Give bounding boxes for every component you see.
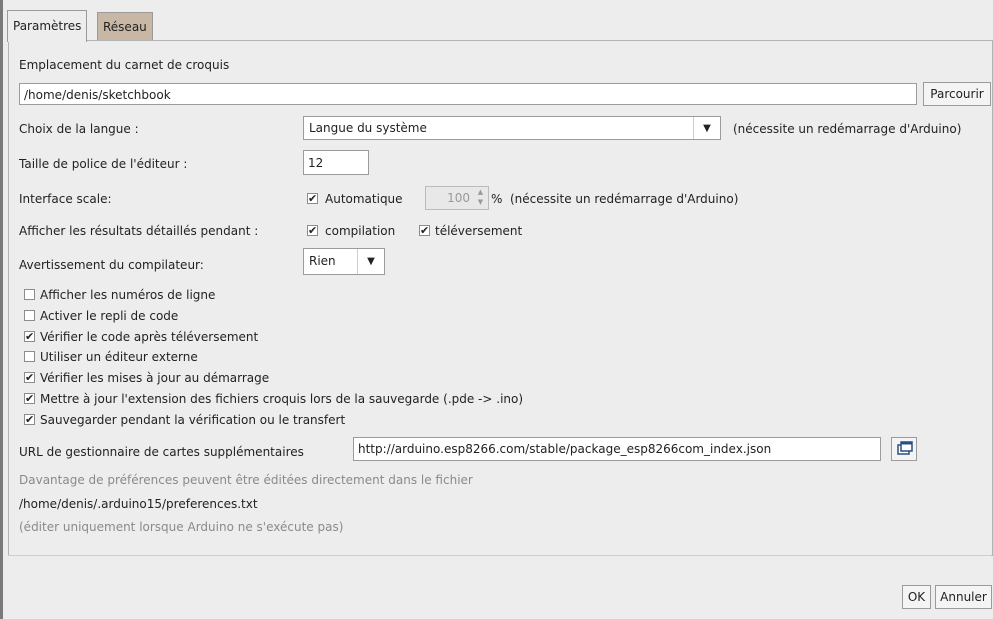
window-icon [897, 441, 913, 455]
font-size-label: Taille de police de l'éditeur : [19, 157, 188, 171]
option-checkbox[interactable]: ✔ [24, 331, 35, 342]
open-window-button[interactable] [891, 437, 917, 461]
edit-note: (éditer uniquement lorsque Arduino ne s'… [19, 520, 344, 534]
sketchbook-label: Emplacement du carnet de croquis [19, 58, 230, 72]
option-label: Utiliser un éditeur externe [40, 350, 198, 364]
verbose-compile-checkbox[interactable]: ✔ [307, 225, 318, 236]
scale-unit: % [491, 192, 503, 206]
browse-button[interactable]: Parcourir [923, 82, 991, 106]
boards-url-input[interactable]: http://arduino.esp8266.com/stable/packag… [353, 437, 881, 461]
option-checkbox[interactable] [24, 289, 35, 300]
option-checkbox[interactable]: ✔ [24, 372, 35, 383]
option-label: Vérifier les mises à jour au démarrage [40, 371, 270, 385]
option-label: Sauvegarder pendant la vérification ou l… [40, 413, 346, 427]
verbose-compile-label: compilation [325, 224, 396, 238]
boards-url-label: URL de gestionnaire de cartes supplément… [19, 445, 304, 459]
font-size-input[interactable]: 12 [303, 150, 369, 175]
verbose-upload-checkbox[interactable]: ✔ [419, 225, 430, 236]
prefs-path: /home/denis/.arduino15/preferences.txt [19, 497, 258, 511]
option-checkbox[interactable] [24, 310, 35, 321]
option-checkbox[interactable] [24, 351, 35, 362]
scale-note: (nécessite un redémarrage d'Arduino) [510, 192, 739, 206]
warnings-value: Rien [309, 254, 336, 268]
option-label: Afficher les numéros de ligne [40, 288, 216, 302]
cancel-button[interactable]: Annuler [935, 585, 992, 609]
preferences-dialog: Paramètres Réseau Emplacement du carnet … [3, 0, 993, 619]
option-label: Vérifier le code après téléversement [40, 330, 259, 344]
option-checkbox[interactable]: ✔ [24, 414, 35, 425]
spin-up-icon[interactable]: ▲ [475, 188, 486, 196]
option-checkbox[interactable]: ✔ [24, 393, 35, 404]
warnings-label: Avertissement du compilateur: [19, 258, 204, 272]
verbose-upload-label: téléversement [435, 224, 523, 238]
chevron-down-icon: ▼ [693, 117, 720, 139]
language-note: (nécessite un redémarrage d'Arduino) [733, 122, 962, 136]
chevron-down-icon: ▼ [357, 249, 384, 274]
scale-value: 100 [447, 191, 470, 205]
more-prefs-note: Davantage de préférences peuvent être éd… [19, 473, 473, 487]
ok-button[interactable]: OK [902, 585, 931, 609]
verbose-label: Afficher les résultats détaillés pendant… [19, 224, 259, 238]
scale-spinner[interactable]: 100 ▲ ▼ [425, 186, 489, 210]
interface-scale-label: Interface scale: [19, 192, 112, 206]
language-value: Langue du système [309, 121, 427, 135]
spin-down-icon[interactable]: ▼ [475, 198, 486, 206]
warnings-select[interactable]: Rien ▼ [303, 248, 385, 275]
language-label: Choix de la langue : [19, 122, 139, 136]
option-label: Activer le repli de code [40, 309, 179, 323]
auto-scale-checkbox[interactable]: ✔ [307, 193, 318, 204]
language-select[interactable]: Langue du système ▼ [303, 116, 721, 140]
option-label: Mettre à jour l'extension des fichiers c… [40, 392, 524, 406]
tab-parametres[interactable]: Paramètres [7, 10, 88, 42]
tab-reseau[interactable]: Réseau [97, 12, 153, 41]
auto-scale-label: Automatique [325, 192, 403, 206]
sketchbook-path-field[interactable]: /home/denis/sketchbook [19, 83, 917, 105]
divider [8, 555, 991, 556]
